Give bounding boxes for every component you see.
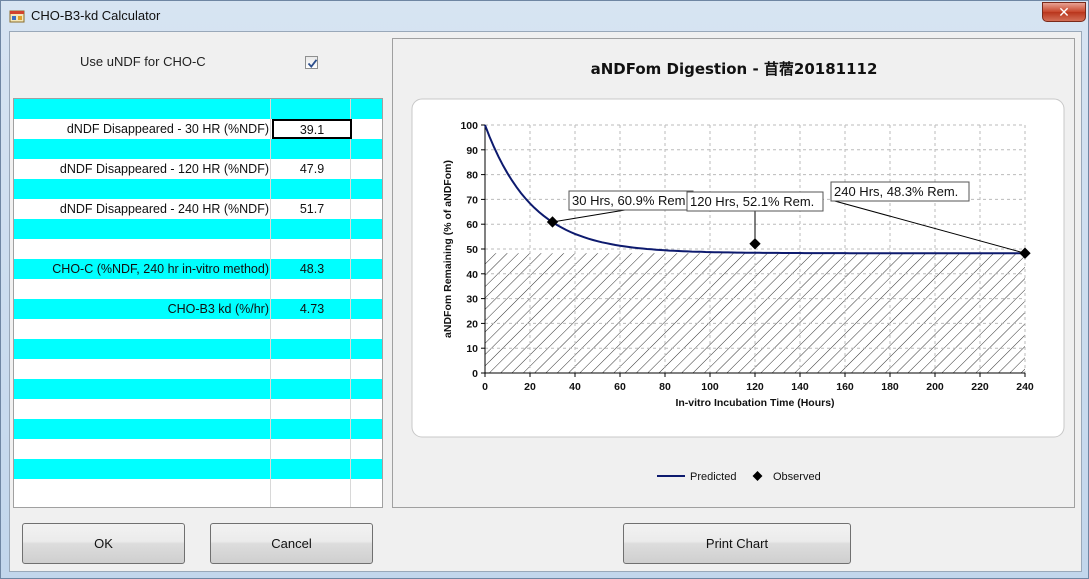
x-tick-label: 240: [1016, 381, 1034, 393]
grid-row: [14, 239, 382, 259]
grid-row: [14, 399, 382, 419]
grid-row: [14, 99, 382, 119]
y-tick-label: 100: [460, 120, 478, 132]
grid-row: [14, 319, 382, 339]
grid-row-value[interactable]: 48.3: [272, 262, 352, 276]
x-tick-label: 120: [746, 381, 764, 393]
grid-row-value[interactable]: 51.7: [272, 202, 352, 216]
title-bar[interactable]: CHO-B3-kd Calculator ✕: [1, 1, 1088, 31]
grid-row-label: dNDF Disappeared - 30 HR (%NDF): [66, 122, 269, 136]
grid-row-label: dNDF Disappeared - 240 HR (%NDF): [59, 202, 269, 216]
x-tick-label: 80: [659, 381, 671, 393]
y-tick-label: 30: [466, 294, 478, 306]
annotation-text: 120 Hrs, 52.1% Rem.: [690, 194, 814, 209]
x-tick-label: 140: [791, 381, 809, 393]
grid-row-value[interactable]: 47.9: [272, 162, 352, 176]
annotation-text: 30 Hrs, 60.9% Rem.: [572, 193, 689, 208]
grid-row: [14, 459, 382, 479]
ok-button[interactable]: OK: [22, 523, 185, 564]
grid-row: [14, 279, 382, 299]
grid-row-value[interactable]: 4.73: [272, 302, 352, 316]
x-tick-label: 200: [926, 381, 944, 393]
grid-row-value[interactable]: 39.1: [272, 119, 352, 139]
x-tick-label: 220: [971, 381, 989, 393]
window-title: CHO-B3-kd Calculator: [31, 8, 161, 23]
grid-row: [14, 179, 382, 199]
grid-row: [14, 419, 382, 439]
grid-row-label: dNDF Disappeared - 120 HR (%NDF): [59, 162, 269, 176]
client-area: Use uNDF for CHO-C dNDF Disappeared - 30…: [9, 31, 1082, 572]
y-tick-label: 10: [466, 343, 478, 355]
legend-observed-swatch: [752, 471, 763, 481]
window: CHO-B3-kd Calculator ✕ Use uNDF for CHO-…: [0, 0, 1089, 579]
y-tick-label: 50: [466, 244, 478, 256]
y-tick-label: 70: [466, 194, 478, 206]
grid-column-divider: [270, 99, 271, 507]
y-tick-label: 20: [466, 318, 478, 330]
use-undf-checkbox[interactable]: [305, 56, 318, 69]
app-icon: [9, 10, 25, 23]
x-tick-label: 20: [524, 381, 536, 393]
y-tick-label: 0: [472, 368, 478, 380]
grid-row: [14, 379, 382, 399]
grid-row: [14, 479, 382, 499]
cancel-button[interactable]: Cancel: [210, 523, 373, 564]
chart-title: aNDFom Digestion - 苜蓿20181112: [591, 60, 878, 78]
annotation-text: 240 Hrs, 48.3% Rem.: [834, 184, 958, 199]
x-tick-label: 100: [701, 381, 719, 393]
grid-row: [14, 219, 382, 239]
x-tick-label: 0: [482, 381, 488, 393]
x-axis-label: In-vitro Incubation Time (Hours): [675, 397, 834, 409]
y-tick-label: 80: [466, 170, 478, 182]
legend-observed-label: Observed: [773, 471, 821, 483]
close-button[interactable]: ✕: [1042, 2, 1086, 22]
grid-row: [14, 359, 382, 379]
use-undf-label: Use uNDF for CHO-C: [80, 54, 206, 69]
grid-row-label: CHO-B3 kd (%/hr): [167, 302, 269, 316]
y-tick-label: 40: [466, 269, 478, 281]
x-tick-label: 40: [569, 381, 581, 393]
y-axis-label: aNDFom Remaining (% of aNDFom): [442, 160, 454, 338]
grid-row: [14, 339, 382, 359]
grid-row: [14, 139, 382, 159]
chart-panel: aNDFom Digestion - 苜蓿20181112 0 20 40 60 80 10…: [392, 38, 1075, 508]
x-tick-label: 60: [614, 381, 626, 393]
x-tick-label: 160: [836, 381, 854, 393]
grid-row-label: CHO-C (%NDF, 240 hr in-vitro method): [52, 262, 269, 276]
checkmark-icon: [307, 59, 318, 69]
digestion-chart: aNDFom Digestion - 苜蓿20181112 0 20 40 60 80 10…: [411, 60, 1065, 483]
x-tick-label: 180: [881, 381, 899, 393]
legend-predicted-label: Predicted: [690, 471, 736, 483]
y-tick-label: 60: [466, 219, 478, 231]
grid-row: [14, 439, 382, 459]
close-icon: ✕: [1058, 4, 1070, 20]
results-grid: dNDF Disappeared - 30 HR (%NDF) 39.1 dNDF …: [13, 98, 383, 508]
y-tick-label: 90: [466, 145, 478, 157]
print-chart-button[interactable]: Print Chart: [623, 523, 851, 564]
